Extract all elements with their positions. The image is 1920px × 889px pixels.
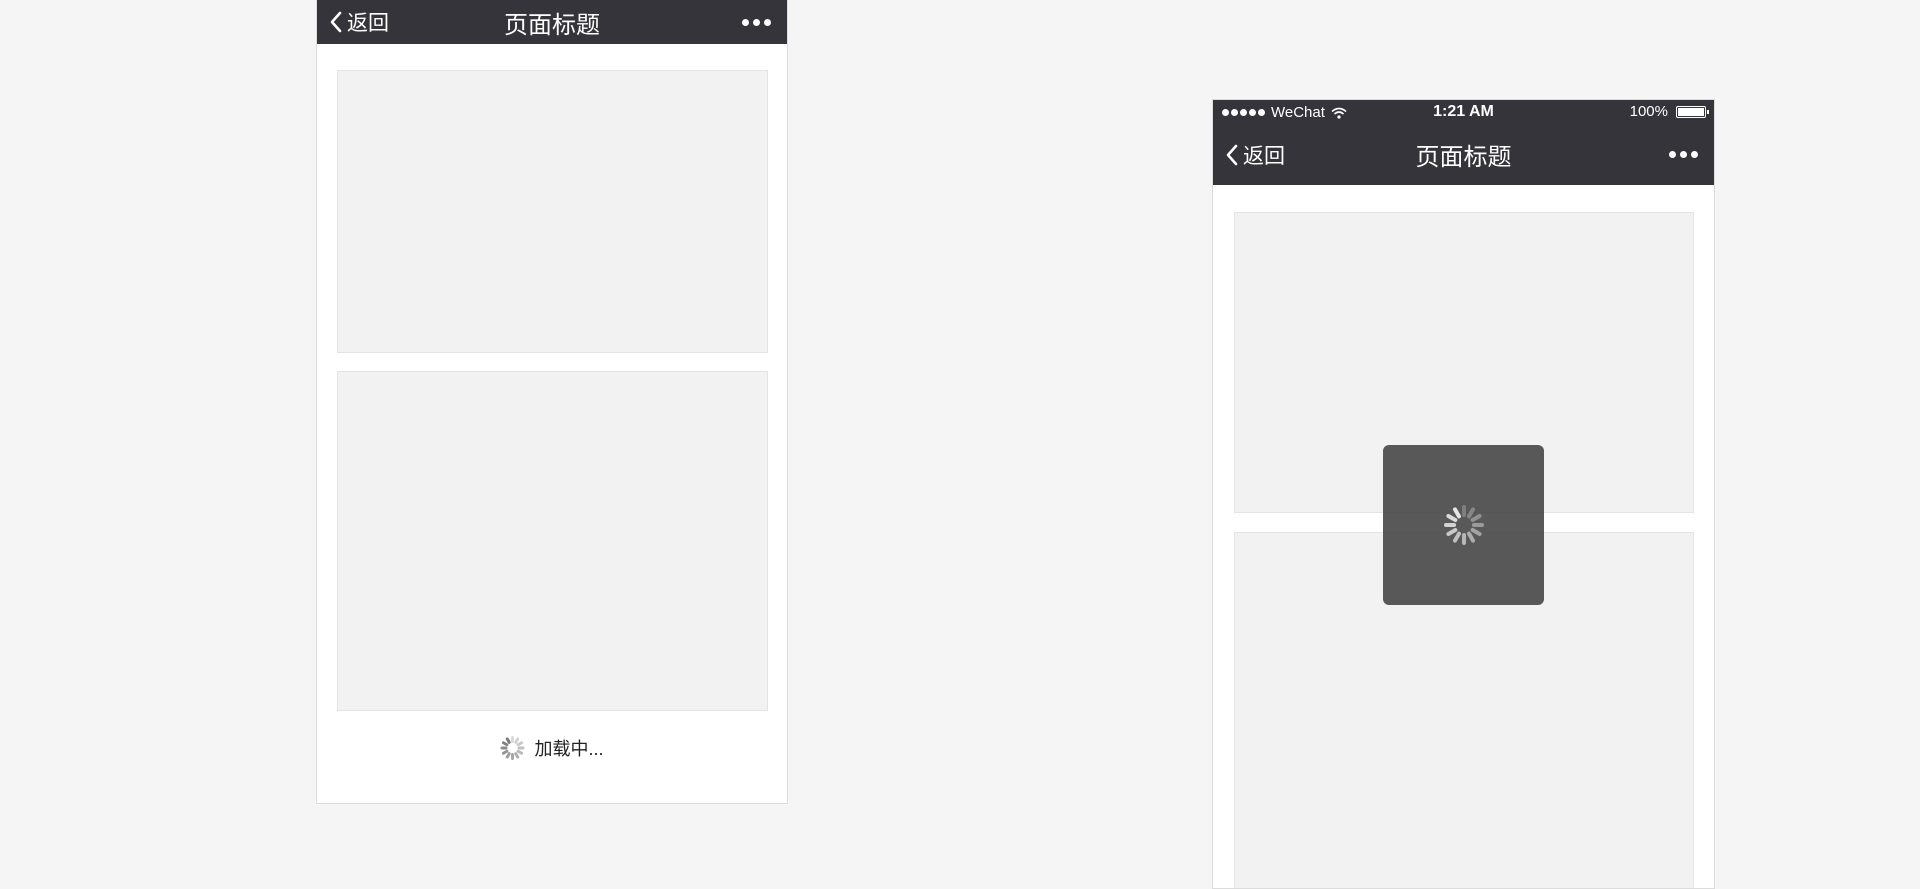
spinner-segment (1443, 523, 1456, 527)
content-placeholder-card (337, 70, 768, 353)
more-icon[interactable] (742, 0, 771, 44)
loading-toast (1383, 445, 1544, 605)
more-icon[interactable] (1669, 124, 1698, 185)
spinner-segment (1471, 523, 1484, 527)
battery-icon (1676, 105, 1709, 118)
battery-percent: 100% (1629, 103, 1668, 120)
phone-screen-right: WeChat 1:21 AM 100% 返回 页面标题 (1212, 99, 1715, 889)
phone-screen-left: 返回 页面标题 加载中... (316, 0, 788, 804)
spinner-segment (500, 746, 508, 750)
load-more-indicator: 加载中... (317, 735, 787, 761)
loading-text: 加载中... (534, 739, 604, 759)
status-bar: WeChat 1:21 AM 100% (1213, 100, 1714, 124)
page-title: 页面标题 (1415, 144, 1512, 171)
page-title: 页面标题 (504, 11, 600, 39)
spinner-segment (510, 753, 514, 760)
spinner-icon (1443, 505, 1484, 545)
spinner-segment (1461, 533, 1466, 545)
spinner-segment (1461, 505, 1466, 517)
content-placeholder-card (337, 371, 768, 711)
navigation-bar: 返回 页面标题 (317, 0, 787, 44)
spinner-icon (500, 736, 525, 760)
navigation-bar: 返回 页面标题 (1213, 124, 1714, 185)
